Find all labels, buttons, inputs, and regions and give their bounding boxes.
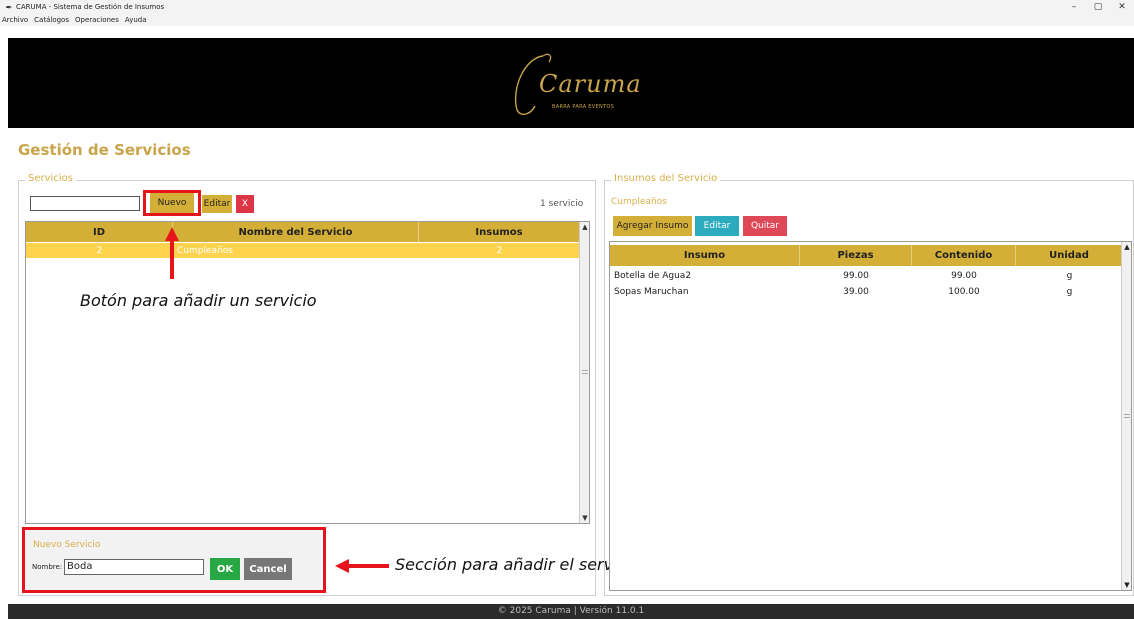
insumos-scrollbar[interactable]: ▲ ▼ <box>1121 242 1131 590</box>
cell-piezas: 39.00 <box>843 286 869 297</box>
column-header-contenido[interactable]: Contenido <box>912 245 1016 266</box>
services-scrollbar[interactable]: ▲ ▼ <box>579 222 589 523</box>
service-count: 1 servicio <box>540 199 584 209</box>
delete-service-button[interactable]: X <box>236 195 254 213</box>
menu-catalogos[interactable]: Catálogos <box>34 16 69 24</box>
column-header-unidad[interactable]: Unidad <box>1016 245 1123 266</box>
menu-archivo[interactable]: Archivo <box>2 16 28 24</box>
footer: © 2025 Caruma | Versión 11.0.1 <box>8 604 1134 619</box>
column-header-insumo[interactable]: Insumo <box>610 245 800 266</box>
logo-subtitle: BARRA PARA EVENTOS <box>552 104 615 110</box>
table-row[interactable]: Botella de Agua2 99.00 99.00 g <box>610 268 1123 283</box>
cell-unidad: g <box>1066 286 1073 297</box>
edit-insumo-button[interactable]: Editar <box>695 216 739 236</box>
cell-contenido: 99.00 <box>951 270 977 281</box>
minimize-icon[interactable]: – <box>1062 2 1086 12</box>
column-header-piezas[interactable]: Piezas <box>800 245 912 266</box>
annotation-box-nuevo <box>143 190 201 216</box>
column-header-insumos[interactable]: Insumos <box>419 222 580 242</box>
window-title: CARUMA - Sistema de Gestión de Insumos <box>16 3 165 11</box>
table-row[interactable]: Sopas Maruchan 39.00 100.00 g <box>610 284 1123 299</box>
menu-bar: Archivo Catálogos Operaciones Ayuda <box>0 14 1134 26</box>
selected-service-label: Cumpleaños <box>611 197 667 207</box>
cell-contenido: 100.00 <box>948 286 980 297</box>
search-input[interactable] <box>30 196 140 211</box>
table-row[interactable]: 2 Cumpleaños 2 <box>26 243 580 258</box>
close-icon[interactable]: ✕ <box>1110 2 1134 12</box>
services-table: ID Nombre del Servicio Insumos 2 Cumplea… <box>25 221 590 524</box>
page-title: Gestión de Servicios <box>18 141 191 159</box>
insumos-table-header: Insumo Piezas Contenido Unidad <box>610 245 1123 266</box>
scroll-up-icon[interactable]: ▲ <box>580 222 589 232</box>
feather-icon: ✒ <box>5 2 13 12</box>
column-header-name[interactable]: Nombre del Servicio <box>173 222 419 242</box>
cell-id: 2 <box>96 245 103 256</box>
scroll-up-icon[interactable]: ▲ <box>1122 242 1131 252</box>
title-bar: ✒ CARUMA - Sistema de Gestión de Insumos… <box>0 0 1134 14</box>
cell-piezas: 99.00 <box>843 270 869 281</box>
scroll-down-icon[interactable]: ▼ <box>580 513 589 523</box>
services-group-label: Servicios <box>25 173 76 184</box>
services-table-header: ID Nombre del Servicio Insumos <box>26 222 580 242</box>
maximize-icon[interactable]: ▢ <box>1086 2 1110 12</box>
scroll-thumb[interactable] <box>1124 414 1130 418</box>
annotation-arrow-left-icon <box>335 559 389 573</box>
cell-insumos: 2 <box>496 245 503 256</box>
cell-name: Cumpleaños <box>177 245 233 256</box>
annotation-arrow-up-icon <box>165 227 179 279</box>
insumos-table: Insumo Piezas Contenido Unidad Botella d… <box>609 241 1132 591</box>
scroll-down-icon[interactable]: ▼ <box>1122 580 1131 590</box>
header-banner: Caruma BARRA PARA EVENTOS <box>8 38 1134 128</box>
add-insumo-button[interactable]: Agregar Insumo <box>613 216 692 236</box>
column-header-id[interactable]: ID <box>26 222 173 242</box>
caruma-logo: Caruma BARRA PARA EVENTOS <box>505 48 645 118</box>
remove-insumo-button[interactable]: Quitar <box>743 216 787 236</box>
menu-operaciones[interactable]: Operaciones <box>75 16 119 24</box>
logo-text: Caruma <box>539 70 642 98</box>
cell-unidad: g <box>1066 270 1073 281</box>
insumos-group-label: Insumos del Servicio <box>611 173 721 184</box>
annotation-box-section <box>22 527 326 593</box>
window-controls: – ▢ ✕ <box>1062 0 1134 14</box>
cell-insumo: Botella de Agua2 <box>614 270 692 281</box>
scroll-thumb[interactable] <box>582 370 588 374</box>
edit-service-button[interactable]: Editar <box>202 195 232 213</box>
menu-ayuda[interactable]: Ayuda <box>125 16 147 24</box>
annotation-nuevo-text: Botón para añadir un servicio <box>80 291 317 310</box>
cell-insumo: Sopas Maruchan <box>614 286 689 297</box>
